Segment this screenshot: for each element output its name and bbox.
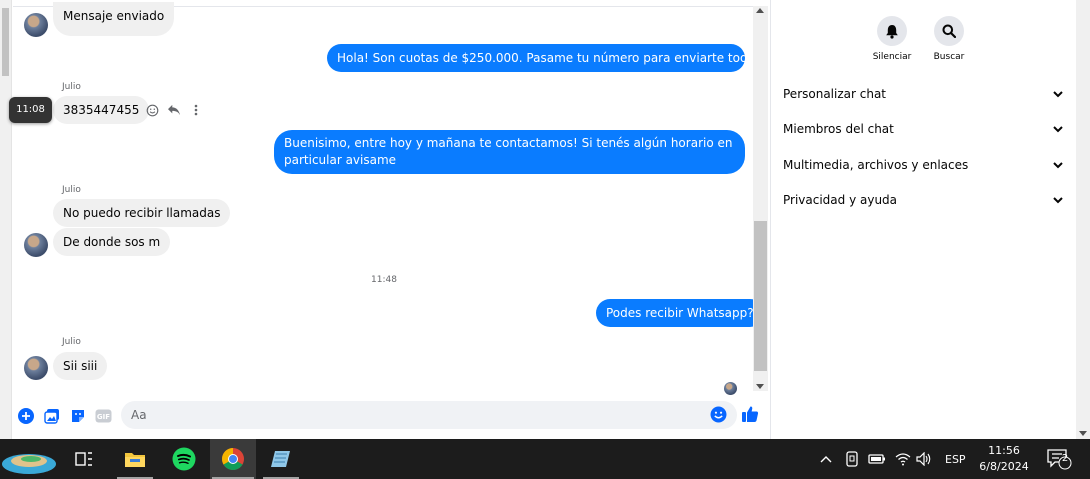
scroll-down-arrow-icon[interactable]	[1079, 431, 1087, 436]
reply-icon[interactable]	[166, 102, 182, 118]
chevron-up-icon[interactable]	[820, 453, 832, 466]
search-label: Buscar	[933, 52, 965, 62]
chat-scroll-thumb[interactable]	[754, 221, 767, 371]
sender-name: Julio	[62, 82, 81, 92]
task-view-icon[interactable]	[64, 439, 104, 479]
sender-name: Julio	[62, 185, 81, 195]
avatar[interactable]	[24, 233, 48, 257]
taskbar: ESP 11:56 6/8/2024 2	[0, 439, 1090, 479]
spotify-icon[interactable]	[164, 439, 204, 479]
volume-icon[interactable]	[916, 439, 932, 479]
mute-action[interactable]: Silenciar	[862, 16, 922, 62]
section-label: Miembros del chat	[783, 122, 894, 136]
clock-time: 11:56	[988, 444, 1020, 457]
notification-center[interactable]: 2	[1046, 439, 1072, 479]
chat-scrollbar[interactable]	[753, 6, 768, 391]
message-bubble-incoming[interactable]: Mensaje enviado	[53, 2, 175, 36]
section-privacy-help[interactable]: Privacidad y ayuda	[783, 190, 1063, 210]
message-bubble-incoming[interactable]: Sii siii	[53, 352, 108, 380]
widgets-icon[interactable]	[0, 439, 60, 479]
svg-text:GIF: GIF	[96, 413, 109, 421]
outer-left-scrollbar[interactable]	[0, 0, 12, 439]
chrome-icon[interactable]	[210, 439, 256, 479]
mute-label: Silenciar	[872, 52, 912, 62]
chat-details-panel: Silenciar Buscar Personalizar chat Miemb…	[770, 0, 1076, 439]
message-bubble-incoming[interactable]: 3835447455	[53, 96, 150, 124]
section-label: Personalizar chat	[783, 87, 887, 101]
more-options-icon[interactable]	[188, 102, 204, 118]
notification-count: 2	[1061, 453, 1069, 464]
sender-name: Julio	[62, 337, 81, 347]
message-bubble-incoming[interactable]: No puedo recibir llamadas	[53, 199, 231, 227]
sticker-icon[interactable]	[69, 407, 87, 425]
photo-icon[interactable]	[43, 407, 61, 425]
message-actions	[144, 101, 204, 119]
react-icon[interactable]	[144, 102, 160, 118]
chat-panel: Mensaje enviado Hola! Son cuotas de $250…	[9, 0, 796, 439]
emoji-icon[interactable]	[710, 406, 727, 426]
section-label: Multimedia, archivos y enlaces	[783, 158, 969, 172]
language-indicator[interactable]: ESP	[945, 439, 966, 479]
file-explorer-icon[interactable]	[115, 439, 155, 479]
device-icon[interactable]	[845, 439, 859, 479]
composer: GIF Aa	[13, 396, 768, 436]
notepad-icon[interactable]	[261, 439, 301, 479]
section-chat-members[interactable]: Miembros del chat	[783, 119, 1063, 139]
section-media-files-links[interactable]: Multimedia, archivos y enlaces	[783, 155, 1063, 175]
chevron-down-icon	[1053, 122, 1063, 136]
clock[interactable]: 11:56 6/8/2024	[972, 443, 1036, 475]
battery-icon[interactable]	[868, 439, 886, 479]
message-bubble-outgoing[interactable]: Podes recibir Whatsapp?	[596, 299, 764, 327]
plus-icon[interactable]	[17, 407, 35, 425]
clock-date: 6/8/2024	[979, 460, 1029, 473]
scroll-down-arrow-icon[interactable]	[756, 384, 764, 389]
message-bubble-outgoing[interactable]: Hola! Son cuotas de $250.000. Pasame tu …	[327, 44, 796, 72]
chevron-down-icon	[1053, 193, 1063, 207]
scroll-up-arrow-icon[interactable]	[756, 8, 764, 13]
avatar[interactable]	[24, 13, 48, 37]
avatar[interactable]	[24, 356, 48, 380]
message-input[interactable]: Aa	[121, 401, 737, 429]
message-bubble-outgoing[interactable]: Buenisimo, entre hoy y mañana te contact…	[274, 130, 745, 174]
page-scrollbar[interactable]	[1076, 0, 1090, 439]
chevron-down-icon	[1053, 87, 1063, 101]
search-icon[interactable]	[934, 16, 964, 46]
chevron-down-icon	[1053, 158, 1063, 172]
like-icon[interactable]	[741, 405, 759, 426]
time-divider: 11:48	[371, 275, 397, 285]
show-hidden-icons[interactable]	[820, 439, 832, 479]
bell-icon[interactable]	[877, 16, 907, 46]
wifi-icon[interactable]	[895, 439, 911, 479]
gif-icon[interactable]: GIF	[94, 407, 112, 425]
search-action[interactable]: Buscar	[919, 16, 979, 62]
message-time-tooltip: 11:08	[9, 97, 52, 123]
message-list: Mensaje enviado Hola! Son cuotas de $250…	[9, 0, 796, 396]
read-receipt-avatar	[724, 382, 737, 395]
message-bubble-incoming[interactable]: De donde sos m	[53, 228, 171, 256]
section-customize-chat[interactable]: Personalizar chat	[783, 84, 1063, 104]
section-label: Privacidad y ayuda	[783, 193, 898, 207]
outer-left-scroll-thumb[interactable]	[2, 8, 9, 76]
